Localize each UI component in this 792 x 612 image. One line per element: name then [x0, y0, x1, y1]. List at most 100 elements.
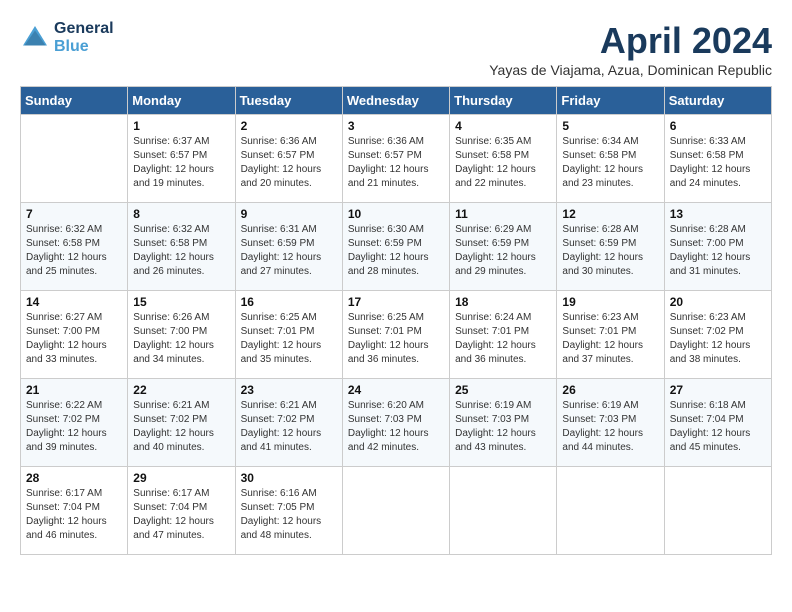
day-number: 26	[562, 383, 658, 397]
calendar-cell: 4 Sunrise: 6:35 AMSunset: 6:58 PMDaylight…	[450, 115, 557, 203]
day-number: 25	[455, 383, 551, 397]
calendar-cell: 21 Sunrise: 6:22 AMSunset: 7:02 PMDayligh…	[21, 379, 128, 467]
logo: General Blue	[20, 20, 114, 55]
calendar-cell: 15 Sunrise: 6:26 AMSunset: 7:00 PMDayligh…	[128, 291, 235, 379]
logo-icon	[20, 23, 50, 53]
day-number: 7	[26, 207, 122, 221]
day-info: Sunrise: 6:36 AMSunset: 6:57 PMDaylight:…	[241, 135, 337, 191]
day-info: Sunrise: 6:19 AMSunset: 7:03 PMDaylight:…	[455, 399, 551, 455]
weekday-header: Wednesday	[342, 87, 449, 115]
calendar-cell: 11 Sunrise: 6:29 AMSunset: 6:59 PMDayligh…	[450, 203, 557, 291]
day-info: Sunrise: 6:28 AMSunset: 7:00 PMDaylight:…	[670, 223, 766, 279]
day-info: Sunrise: 6:24 AMSunset: 7:01 PMDaylight:…	[455, 311, 551, 367]
day-number: 12	[562, 207, 658, 221]
calendar-week-row: 28 Sunrise: 6:17 AMSunset: 7:04 PMDayligh…	[21, 467, 772, 555]
header: General Blue April 2024 Yayas de Viajama…	[20, 20, 772, 78]
calendar-cell: 30Sunrise: 6:16 AMSunset: 7:05 PMDayligh…	[235, 467, 342, 555]
calendar-week-row: 1Sunrise: 6:37 AMSunset: 6:57 PMDaylight…	[21, 115, 772, 203]
day-number: 11	[455, 207, 551, 221]
weekday-header: Monday	[128, 87, 235, 115]
calendar-cell: 14Sunrise: 6:27 AMSunset: 7:00 PMDayligh…	[21, 291, 128, 379]
calendar-cell: 10 Sunrise: 6:30 AMSunset: 6:59 PMDayligh…	[342, 203, 449, 291]
calendar-cell: 3 Sunrise: 6:36 AMSunset: 6:57 PMDaylight…	[342, 115, 449, 203]
calendar-cell	[342, 467, 449, 555]
day-info: Sunrise: 6:32 AMSunset: 6:58 PMDaylight:…	[133, 223, 229, 279]
day-number: 2	[241, 119, 337, 133]
calendar-cell	[664, 467, 771, 555]
day-info: Sunrise: 6:16 AMSunset: 7:05 PMDaylight:…	[241, 487, 337, 543]
day-number: 27	[670, 383, 766, 397]
calendar-cell: 24Sunrise: 6:20 AMSunset: 7:03 PMDayligh…	[342, 379, 449, 467]
day-number: 28	[26, 471, 122, 485]
calendar-week-row: 21 Sunrise: 6:22 AMSunset: 7:02 PMDayligh…	[21, 379, 772, 467]
day-info: Sunrise: 6:21 AMSunset: 7:02 PMDaylight:…	[133, 399, 229, 455]
day-info: Sunrise: 6:20 AMSunset: 7:03 PMDaylight:…	[348, 399, 444, 455]
day-info: Sunrise: 6:35 AMSunset: 6:58 PMDaylight:…	[455, 135, 551, 191]
calendar-cell: 16Sunrise: 6:25 AMSunset: 7:01 PMDayligh…	[235, 291, 342, 379]
day-info: Sunrise: 6:29 AMSunset: 6:59 PMDaylight:…	[455, 223, 551, 279]
day-info: Sunrise: 6:33 AMSunset: 6:58 PMDaylight:…	[670, 135, 766, 191]
day-info: Sunrise: 6:28 AMSunset: 6:59 PMDaylight:…	[562, 223, 658, 279]
day-info: Sunrise: 6:17 AMSunset: 7:04 PMDaylight:…	[26, 487, 122, 543]
calendar-cell	[21, 115, 128, 203]
day-number: 14	[26, 295, 122, 309]
calendar-cell: 13 Sunrise: 6:28 AMSunset: 7:00 PMDayligh…	[664, 203, 771, 291]
day-number: 1	[133, 119, 229, 133]
calendar-cell: 12 Sunrise: 6:28 AMSunset: 6:59 PMDayligh…	[557, 203, 664, 291]
day-info: Sunrise: 6:36 AMSunset: 6:57 PMDaylight:…	[348, 135, 444, 191]
day-info: Sunrise: 6:26 AMSunset: 7:00 PMDaylight:…	[133, 311, 229, 367]
day-info: Sunrise: 6:31 AMSunset: 6:59 PMDaylight:…	[241, 223, 337, 279]
day-number: 16	[241, 295, 337, 309]
weekday-header: Sunday	[21, 87, 128, 115]
calendar-week-row: 7 Sunrise: 6:32 AMSunset: 6:58 PMDaylight…	[21, 203, 772, 291]
day-number: 9	[241, 207, 337, 221]
subtitle: Yayas de Viajama, Azua, Dominican Republ…	[489, 62, 772, 78]
month-title: April 2024	[489, 20, 772, 62]
day-number: 6	[670, 119, 766, 133]
day-number: 20	[670, 295, 766, 309]
calendar-cell: 1Sunrise: 6:37 AMSunset: 6:57 PMDaylight…	[128, 115, 235, 203]
day-number: 21	[26, 383, 122, 397]
day-number: 10	[348, 207, 444, 221]
weekday-header: Tuesday	[235, 87, 342, 115]
day-info: Sunrise: 6:34 AMSunset: 6:58 PMDaylight:…	[562, 135, 658, 191]
calendar-week-row: 14Sunrise: 6:27 AMSunset: 7:00 PMDayligh…	[21, 291, 772, 379]
weekday-header: Saturday	[664, 87, 771, 115]
calendar-cell: 6 Sunrise: 6:33 AMSunset: 6:58 PMDaylight…	[664, 115, 771, 203]
day-number: 13	[670, 207, 766, 221]
calendar-cell: 23Sunrise: 6:21 AMSunset: 7:02 PMDayligh…	[235, 379, 342, 467]
weekday-header-row: SundayMondayTuesdayWednesdayThursdayFrid…	[21, 87, 772, 115]
day-info: Sunrise: 6:18 AMSunset: 7:04 PMDaylight:…	[670, 399, 766, 455]
day-number: 4	[455, 119, 551, 133]
calendar-cell: 19Sunrise: 6:23 AMSunset: 7:01 PMDayligh…	[557, 291, 664, 379]
calendar-cell: 2 Sunrise: 6:36 AMSunset: 6:57 PMDaylight…	[235, 115, 342, 203]
day-number: 3	[348, 119, 444, 133]
weekday-header: Friday	[557, 87, 664, 115]
calendar-cell	[450, 467, 557, 555]
calendar-table: SundayMondayTuesdayWednesdayThursdayFrid…	[20, 86, 772, 555]
day-info: Sunrise: 6:19 AMSunset: 7:03 PMDaylight:…	[562, 399, 658, 455]
calendar-cell: 7 Sunrise: 6:32 AMSunset: 6:58 PMDaylight…	[21, 203, 128, 291]
day-info: Sunrise: 6:23 AMSunset: 7:02 PMDaylight:…	[670, 311, 766, 367]
day-number: 15	[133, 295, 229, 309]
calendar-cell: 26 Sunrise: 6:19 AMSunset: 7:03 PMDayligh…	[557, 379, 664, 467]
day-info: Sunrise: 6:32 AMSunset: 6:58 PMDaylight:…	[26, 223, 122, 279]
day-number: 23	[241, 383, 337, 397]
title-area: April 2024 Yayas de Viajama, Azua, Domin…	[489, 20, 772, 78]
day-number: 5	[562, 119, 658, 133]
day-number: 29	[133, 471, 229, 485]
calendar-cell: 22 Sunrise: 6:21 AMSunset: 7:02 PMDayligh…	[128, 379, 235, 467]
weekday-header: Thursday	[450, 87, 557, 115]
calendar-cell: 27 Sunrise: 6:18 AMSunset: 7:04 PMDayligh…	[664, 379, 771, 467]
logo-text-blue: Blue	[54, 38, 89, 55]
logo-text-general: General	[54, 20, 114, 37]
day-info: Sunrise: 6:23 AMSunset: 7:01 PMDaylight:…	[562, 311, 658, 367]
calendar-cell: 20 Sunrise: 6:23 AMSunset: 7:02 PMDayligh…	[664, 291, 771, 379]
day-number: 17	[348, 295, 444, 309]
calendar-cell	[557, 467, 664, 555]
day-number: 22	[133, 383, 229, 397]
day-info: Sunrise: 6:22 AMSunset: 7:02 PMDaylight:…	[26, 399, 122, 455]
day-number: 18	[455, 295, 551, 309]
day-info: Sunrise: 6:30 AMSunset: 6:59 PMDaylight:…	[348, 223, 444, 279]
calendar-cell: 28 Sunrise: 6:17 AMSunset: 7:04 PMDayligh…	[21, 467, 128, 555]
